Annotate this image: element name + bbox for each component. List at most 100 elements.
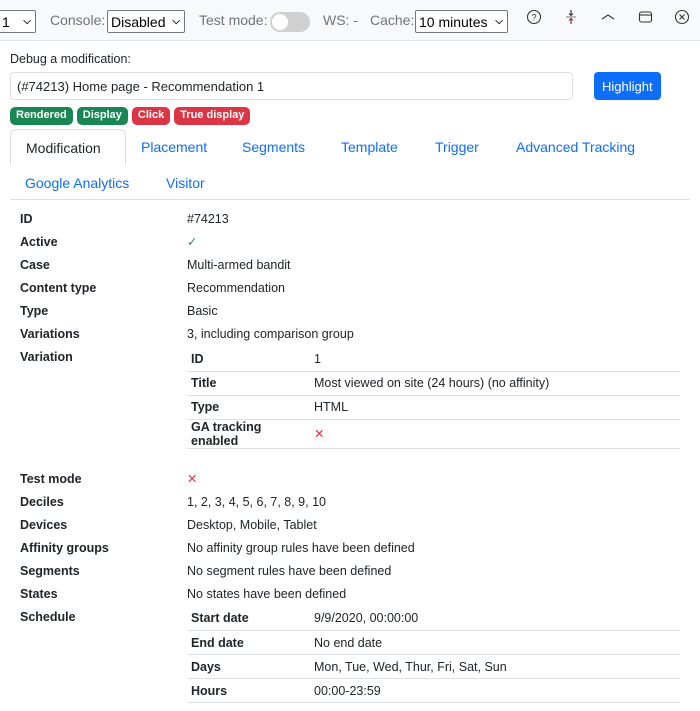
prop-id: ID #74213 bbox=[20, 208, 690, 231]
prop-value: Basic bbox=[187, 304, 218, 318]
badge-true-display: True display bbox=[174, 107, 251, 125]
row-label: Hours bbox=[187, 678, 310, 703]
console-label: Console: bbox=[50, 12, 106, 28]
console-select[interactable]: Disabled ⌵ bbox=[107, 10, 185, 33]
table-row: GA tracking enabled ✕ bbox=[187, 419, 680, 449]
prop-value: No segment rules have been defined bbox=[187, 563, 392, 578]
prop-label: Type bbox=[20, 304, 49, 318]
window-icon[interactable] bbox=[634, 6, 656, 28]
prop-content-type: Content type Recommendation bbox=[20, 277, 690, 300]
prop-label: States bbox=[20, 586, 58, 601]
table-row: Title Most viewed on site (24 hours) (no … bbox=[187, 371, 680, 396]
row-label: Days bbox=[187, 654, 310, 679]
prop-value: Desktop, Mobile, Tablet bbox=[187, 517, 317, 532]
prop-label: Affinity groups bbox=[20, 540, 109, 555]
tab-placement[interactable]: Placement bbox=[126, 129, 222, 165]
row-value: No end date bbox=[310, 630, 680, 655]
row-label: Start date bbox=[187, 606, 310, 631]
tab-trigger[interactable]: Trigger bbox=[420, 129, 494, 165]
console-select-value: Disabled bbox=[111, 13, 166, 30]
tab-visitor[interactable]: Visitor bbox=[151, 165, 220, 201]
badge-click: Click bbox=[131, 107, 171, 125]
prop-test-mode: Test mode ✕ bbox=[20, 468, 690, 491]
prop-label: Schedule bbox=[20, 609, 76, 624]
prop-value: 1, 2, 3, 4, 5, 6, 7, 8, 9, 10 bbox=[187, 494, 326, 509]
modification-select-input[interactable]: (#74213) Home page - Recommendation 1 bbox=[10, 72, 573, 100]
table-row: Hours 00:00-23:59 bbox=[187, 678, 680, 703]
row-value: 9/9/2020, 00:00:00 bbox=[310, 606, 680, 631]
test-mode-toggle[interactable] bbox=[270, 12, 310, 32]
collapse-icon[interactable] bbox=[597, 6, 619, 28]
prop-active: Active ✓ bbox=[20, 231, 690, 254]
row-label: Type bbox=[187, 395, 310, 420]
first-select[interactable]: 1 ⌵ bbox=[0, 10, 36, 33]
check-icon: ✓ bbox=[187, 235, 198, 249]
prop-label: Variations bbox=[20, 327, 80, 341]
tab-google-analytics[interactable]: Google Analytics bbox=[10, 165, 144, 201]
highlight-button[interactable]: Highlight bbox=[594, 72, 661, 100]
cross-icon: ✕ bbox=[310, 419, 680, 449]
row-label: Title bbox=[187, 371, 310, 396]
svg-text:?: ? bbox=[531, 13, 536, 23]
prop-label: Test mode bbox=[20, 471, 82, 486]
row-label: End date bbox=[187, 630, 310, 655]
table-row: ID 1 bbox=[187, 347, 680, 372]
variation-table: ID 1 Title Most viewed on site (24 hours) … bbox=[187, 347, 680, 449]
chevron-down-icon: ⌵ bbox=[495, 16, 503, 27]
prop-label: Case bbox=[20, 258, 50, 272]
status-badges: Rendered Display Click True display bbox=[10, 107, 690, 125]
main-content: Debug a modification: (#74213) Home page… bbox=[0, 52, 700, 703]
prop-label: Devices bbox=[20, 517, 68, 532]
prop-label: Content type bbox=[20, 281, 97, 295]
ws-status: WS: - bbox=[323, 12, 358, 28]
badge-display: Display bbox=[76, 107, 128, 125]
debug-label: Debug a modification: bbox=[10, 52, 131, 66]
prop-variations: Variations 3, including comparison group bbox=[20, 323, 690, 346]
prop-value: 3, including comparison group bbox=[187, 327, 354, 341]
prop-label: Segments bbox=[20, 563, 80, 578]
prop-value: Multi-armed bandit bbox=[187, 258, 291, 272]
prop-label: Active bbox=[20, 235, 58, 249]
prop-affinity-groups: Affinity groups No affinity group rules … bbox=[20, 537, 690, 560]
prop-schedule: Schedule Start date 9/9/2020, 00:00:00 En… bbox=[20, 606, 690, 703]
prop-value: #74213 bbox=[187, 212, 229, 226]
row-value: 00:00-23:59 bbox=[310, 678, 680, 703]
prop-value: No states have been defined bbox=[187, 586, 347, 601]
prop-segments: Segments No segment rules have been defi… bbox=[20, 560, 690, 583]
row-value: Mon, Tue, Wed, Thur, Fri, Sat, Sun bbox=[310, 654, 680, 679]
table-row: Days Mon, Tue, Wed, Thur, Fri, Sat, Sun bbox=[187, 654, 680, 679]
row-value: Most viewed on site (24 hours) (no affin… bbox=[310, 371, 680, 396]
modification-input-value: (#74213) Home page - Recommendation 1 bbox=[17, 78, 265, 94]
tab-template[interactable]: Template bbox=[326, 129, 413, 165]
cache-select[interactable]: 10 minutes ⌵ bbox=[415, 10, 508, 33]
cross-icon: ✕ bbox=[187, 471, 198, 486]
tab-modification[interactable]: Modification bbox=[10, 129, 126, 166]
prop-case: Case Multi-armed bandit bbox=[20, 254, 690, 277]
chevron-down-icon: ⌵ bbox=[172, 16, 180, 27]
test-mode-label: Test mode: bbox=[199, 12, 268, 28]
prop-label: Deciles bbox=[20, 494, 64, 509]
tab-advanced-tracking[interactable]: Advanced Tracking bbox=[501, 129, 650, 165]
chevron-down-icon: ⌵ bbox=[23, 16, 31, 27]
compress-icon[interactable] bbox=[560, 6, 582, 28]
prop-variation: Variation ID 1 Title Most viewed on site (… bbox=[20, 346, 690, 449]
toolbar: 1 ⌵ Console: Disabled ⌵ Test mode: WS: -… bbox=[0, 0, 700, 41]
close-icon[interactable] bbox=[671, 6, 693, 28]
table-row: End date No end date bbox=[187, 630, 680, 655]
prop-label: Variation bbox=[20, 350, 73, 364]
table-row: Type HTML bbox=[187, 395, 680, 420]
help-icon[interactable]: ? bbox=[523, 6, 545, 28]
row-label: ID bbox=[187, 347, 310, 372]
schedule-table: Start date 9/9/2020, 00:00:00 End date No … bbox=[187, 606, 680, 703]
first-select-value: 1 bbox=[2, 13, 10, 30]
cache-label: Cache: bbox=[370, 12, 415, 28]
prop-value: Recommendation bbox=[187, 281, 285, 295]
cache-select-value: 10 minutes bbox=[419, 13, 488, 30]
modification-properties: ID #74213 Active ✓ Case Multi-armed band… bbox=[10, 208, 690, 703]
tab-bar: Modification Placement Segments Template… bbox=[10, 129, 690, 200]
prop-states: States No states have been defined bbox=[20, 583, 690, 606]
row-value: 1 bbox=[310, 347, 680, 372]
toggle-knob bbox=[272, 14, 288, 30]
prop-type: Type Basic bbox=[20, 300, 690, 323]
tab-segments[interactable]: Segments bbox=[227, 129, 320, 165]
